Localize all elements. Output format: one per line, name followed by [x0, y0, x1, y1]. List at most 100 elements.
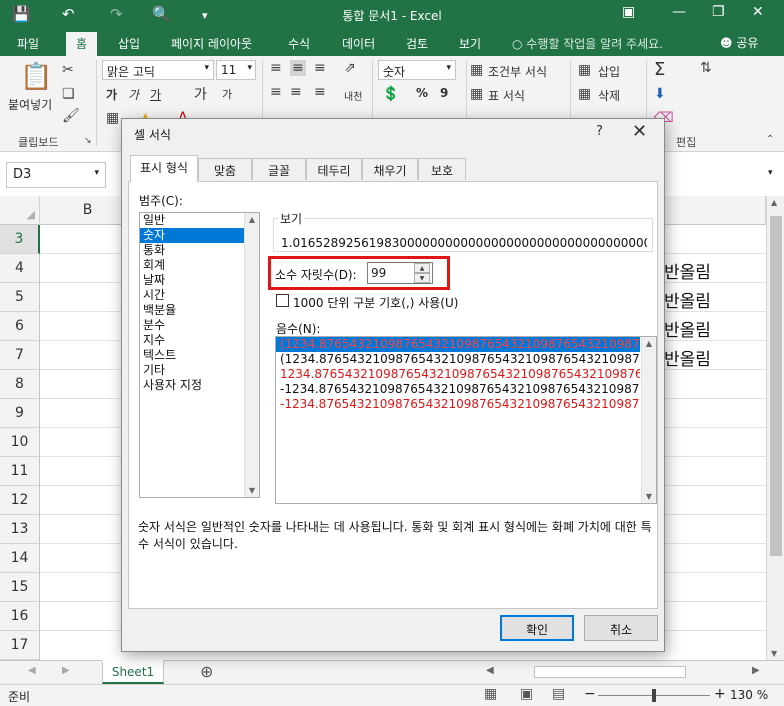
- border-icon[interactable]: ▦: [106, 110, 119, 126]
- align-middle-icon[interactable]: ≡: [290, 60, 306, 76]
- category-scientific[interactable]: 지수: [140, 333, 259, 348]
- fill-icon[interactable]: ⬇: [654, 86, 666, 102]
- scroll-down-icon[interactable]: ▼: [642, 492, 656, 501]
- negative-number-option[interactable]: (1234.8765432109876543210987654321098765…: [276, 337, 640, 352]
- negative-number-option[interactable]: 1234.87654321098765432109876543210987654…: [276, 367, 640, 382]
- row-header-8[interactable]: 8: [0, 370, 40, 399]
- negative-number-option[interactable]: -1234.8765432109876543210987654321098765…: [276, 397, 640, 412]
- tab-data[interactable]: 데이터: [342, 35, 375, 52]
- sort-filter-icon[interactable]: ⇅: [700, 60, 712, 76]
- paste-button[interactable]: 붙여넣기: [8, 96, 52, 113]
- thousands-separator-checkbox[interactable]: [276, 294, 289, 307]
- row-header-9[interactable]: 9: [0, 399, 40, 428]
- spin-up-icon[interactable]: ▲: [414, 263, 430, 273]
- row-header-13[interactable]: 13: [0, 515, 40, 544]
- table-format-button[interactable]: 표 서식: [488, 87, 525, 104]
- conditional-format-button[interactable]: 조건부 서식: [488, 63, 547, 80]
- close-icon[interactable]: ✕: [632, 121, 647, 142]
- minimize-icon[interactable]: —: [672, 4, 686, 20]
- next-sheet-icon[interactable]: ▶: [62, 665, 70, 676]
- ribbon-display-icon[interactable]: ▣: [622, 4, 635, 20]
- align-top-icon[interactable]: ≡: [270, 60, 282, 76]
- name-box[interactable]: D3 ▾: [6, 162, 106, 188]
- category-date[interactable]: 날짜: [140, 273, 259, 288]
- cut-icon[interactable]: ✂: [62, 62, 74, 78]
- negative-number-option[interactable]: -1234.8765432109876543210987654321098765…: [276, 382, 640, 397]
- tab-review[interactable]: 검토: [406, 35, 428, 52]
- zoom-slider-thumb[interactable]: [652, 689, 656, 702]
- tab-insert[interactable]: 삽입: [118, 35, 140, 52]
- row-header-5[interactable]: 5: [0, 283, 40, 312]
- row-header-15[interactable]: 15: [0, 573, 40, 602]
- row-header-16[interactable]: 16: [0, 602, 40, 631]
- negative-list-scrollbar[interactable]: ▲ ▼: [641, 337, 656, 503]
- zoom-in-icon[interactable]: +: [714, 686, 726, 702]
- scroll-down-icon[interactable]: ▼: [245, 486, 259, 495]
- scroll-down-icon[interactable]: ▼: [771, 649, 777, 658]
- tab-fill[interactable]: 채우기: [362, 158, 418, 180]
- row-header-14[interactable]: 14: [0, 544, 40, 573]
- tab-home[interactable]: 홈: [66, 32, 98, 56]
- row-header-3[interactable]: 3: [0, 225, 40, 254]
- decimal-places-value[interactable]: 99: [371, 266, 386, 280]
- thousands-separator-label[interactable]: 1000 단위 구분 기호(,) 사용(U): [293, 294, 458, 311]
- font-name-select[interactable]: 맑은 고딕 ▾: [102, 60, 214, 80]
- cell-text[interactable]: 반올림: [664, 258, 711, 283]
- tab-page-layout[interactable]: 페이지 레이아웃: [171, 35, 252, 52]
- accounting-format-icon[interactable]: 💲: [382, 86, 399, 102]
- tell-me-box[interactable]: ○ 수행할 작업을 알려 주세요.: [512, 35, 663, 52]
- page-break-view-icon[interactable]: ▤: [552, 686, 565, 702]
- negative-number-option[interactable]: (1234.8765432109876543210987654321098765…: [276, 352, 640, 367]
- delete-cells-button[interactable]: 삭제: [598, 87, 620, 104]
- horizontal-scroll-thumb[interactable]: [534, 666, 686, 678]
- category-number[interactable]: 숫자: [140, 228, 259, 243]
- page-layout-view-icon[interactable]: ▣: [520, 686, 533, 702]
- row-header-7[interactable]: 7: [0, 341, 40, 370]
- comma-style-button[interactable]: 9: [440, 86, 448, 100]
- tab-border[interactable]: 테두리: [306, 158, 362, 180]
- category-percentage[interactable]: 백분율: [140, 303, 259, 318]
- scroll-right-icon[interactable]: ▶: [752, 665, 760, 676]
- wrap-text-button[interactable]: 내천: [344, 88, 362, 103]
- vertical-scrollbar[interactable]: ▲ ▼: [766, 196, 784, 660]
- cell-text[interactable]: 반올림: [664, 345, 711, 370]
- row-header-10[interactable]: 10: [0, 428, 40, 457]
- cancel-button[interactable]: 취소: [584, 615, 658, 641]
- align-center-icon[interactable]: ≡: [290, 84, 302, 100]
- zoom-level[interactable]: 130 %: [730, 688, 768, 702]
- help-button[interactable]: ?: [596, 124, 603, 139]
- underline-button[interactable]: 가: [150, 86, 161, 103]
- add-sheet-icon[interactable]: ⊕: [200, 662, 213, 681]
- close-icon[interactable]: ✕: [752, 4, 764, 20]
- tab-protection[interactable]: 보호: [418, 158, 466, 180]
- ok-button[interactable]: 확인: [500, 615, 574, 641]
- select-all-corner[interactable]: ◢: [0, 196, 40, 225]
- negative-numbers-list[interactable]: (1234.8765432109876543210987654321098765…: [275, 336, 657, 504]
- expand-formula-icon[interactable]: ▾: [768, 168, 773, 178]
- collapse-ribbon-icon[interactable]: ⌃: [766, 134, 774, 145]
- row-header-6[interactable]: 6: [0, 312, 40, 341]
- bold-button[interactable]: 가: [106, 86, 117, 103]
- category-text[interactable]: 텍스트: [140, 348, 259, 363]
- dialog-launcher-icon[interactable]: ↘: [84, 136, 92, 146]
- tab-file[interactable]: 파일: [17, 35, 39, 52]
- sheet-tab-sheet1[interactable]: Sheet1: [102, 660, 164, 684]
- row-header-4[interactable]: 4: [0, 254, 40, 283]
- scroll-up-icon[interactable]: ▲: [245, 215, 259, 224]
- category-currency[interactable]: 통화: [140, 243, 259, 258]
- copy-icon[interactable]: ❏: [62, 86, 75, 102]
- row-header-11[interactable]: 11: [0, 457, 40, 486]
- insert-cells-button[interactable]: 삽입: [598, 63, 620, 80]
- row-header-17[interactable]: 17: [0, 631, 40, 660]
- shrink-font-button[interactable]: 가: [222, 86, 232, 102]
- scroll-up-icon[interactable]: ▲: [771, 198, 777, 207]
- align-bottom-icon[interactable]: ≡: [314, 60, 326, 76]
- zoom-out-icon[interactable]: −: [584, 686, 596, 702]
- tab-number[interactable]: 표시 형식: [130, 155, 198, 182]
- category-time[interactable]: 시간: [140, 288, 259, 303]
- tab-alignment[interactable]: 맞춤: [198, 158, 252, 180]
- scroll-thumb[interactable]: [770, 216, 782, 556]
- scroll-left-icon[interactable]: ◀: [486, 665, 494, 676]
- spin-down-icon[interactable]: ▼: [414, 273, 430, 283]
- align-right-icon[interactable]: ≡: [314, 84, 326, 100]
